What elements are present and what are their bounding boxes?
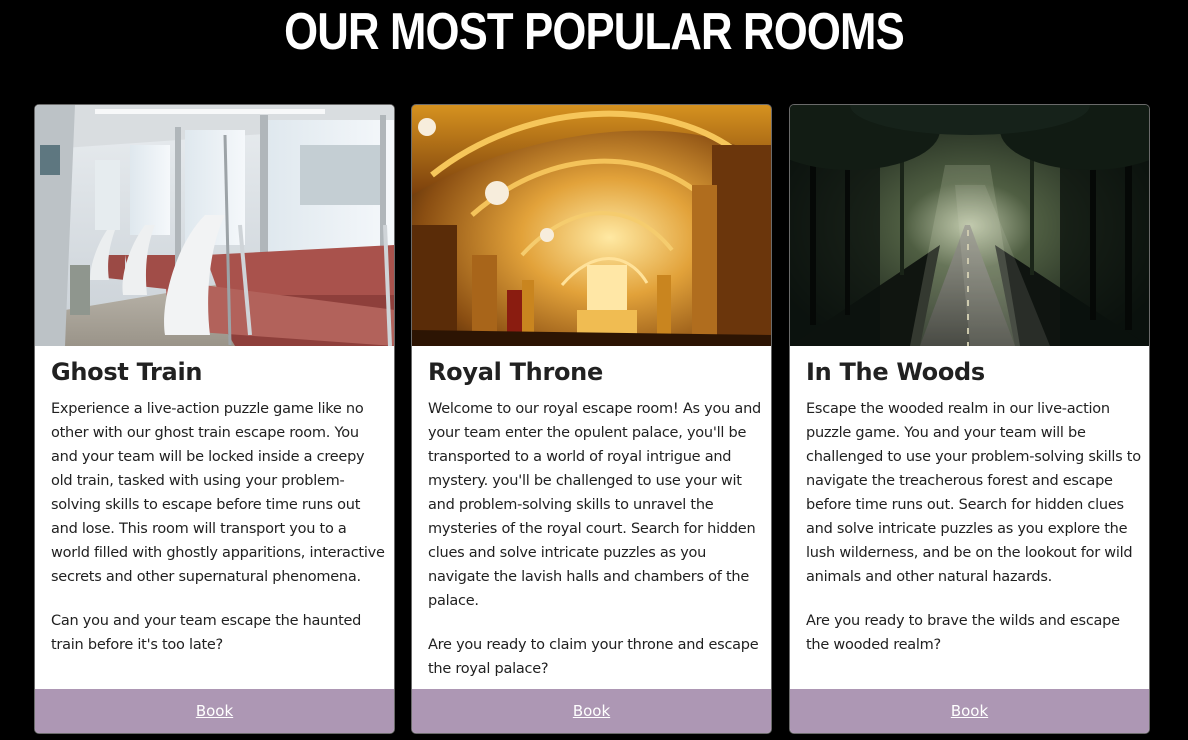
room-description-block: Experience a live-action puzzle game lik… (51, 397, 386, 677)
room-description: Welcome to our royal escape room! As you… (428, 401, 761, 609)
in-the-woods-image (790, 105, 1149, 346)
book-button[interactable]: Book (35, 689, 394, 733)
room-question: Are you ready to brave the wilds and esc… (806, 613, 1120, 653)
room-card-royal-throne: Royal Throne Welcome to our royal escape… (411, 104, 772, 734)
section-title: OUR MOST POPULAR ROOMS (284, 3, 905, 61)
room-card-ghost-train: Ghost Train Experience a live-action puz… (34, 104, 395, 734)
room-question: Can you and your team escape the haunted… (51, 613, 362, 653)
room-question: Are you ready to claim your throne and e… (428, 637, 759, 677)
ghost-train-image (35, 105, 394, 346)
room-title: In The Woods (806, 358, 985, 386)
room-title: Ghost Train (51, 358, 203, 386)
book-button[interactable]: Book (790, 689, 1149, 733)
room-description: Escape the wooded realm in our live-acti… (806, 401, 1141, 585)
room-cards: Ghost Train Experience a live-action puz… (34, 104, 1151, 734)
room-card-in-the-woods: In The Woods Escape the wooded realm in … (789, 104, 1150, 734)
room-description: Experience a live-action puzzle game lik… (51, 401, 385, 585)
room-description-block: Escape the wooded realm in our live-acti… (806, 397, 1141, 677)
book-button[interactable]: Book (412, 689, 771, 733)
royal-throne-image (412, 105, 771, 346)
room-title: Royal Throne (428, 358, 603, 386)
room-description-block: Welcome to our royal escape room! As you… (428, 397, 763, 701)
